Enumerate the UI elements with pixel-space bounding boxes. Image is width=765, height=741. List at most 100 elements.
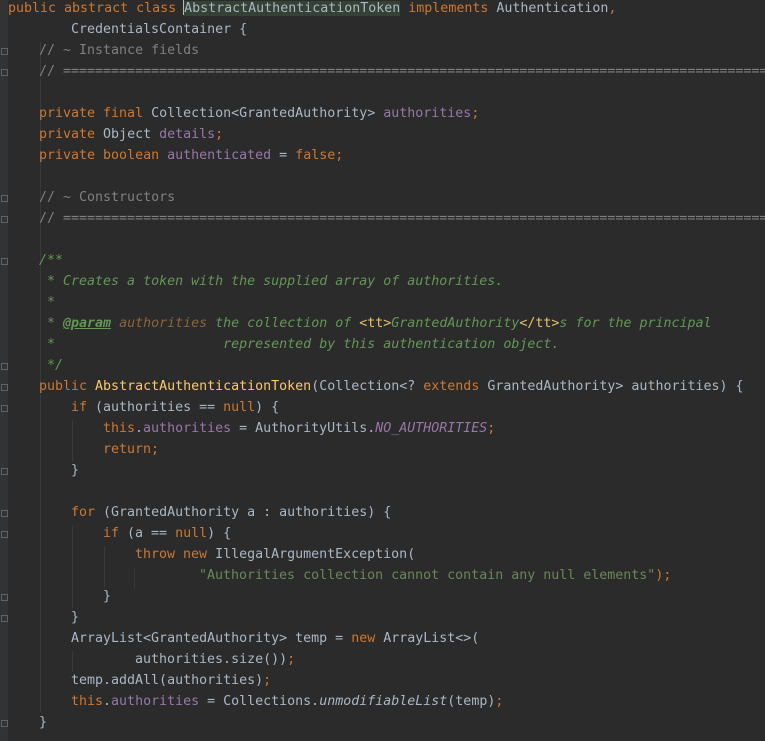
javadoc-param-name[interactable]: authorities bbox=[119, 316, 207, 331]
fold-marker-icon[interactable] bbox=[1, 258, 8, 265]
literal: null bbox=[175, 526, 208, 541]
expression: ) { bbox=[255, 400, 280, 415]
parameter-list: (Collection<? bbox=[311, 379, 424, 394]
code-line-10[interactable]: // ~ Constructors bbox=[39, 187, 175, 208]
code-line-13[interactable]: /** bbox=[39, 250, 63, 271]
code-line-21[interactable]: this.authorities = AuthorityUtils.NO_AUT… bbox=[103, 418, 495, 439]
fold-marker-icon[interactable] bbox=[1, 531, 8, 538]
code-line-32[interactable]: authorities.size()); bbox=[135, 649, 295, 670]
code-line-17[interactable]: * represented by this authentication obj… bbox=[39, 334, 559, 355]
fold-gutter bbox=[0, 0, 8, 741]
punctuation: . bbox=[135, 421, 144, 436]
punctuation: ; bbox=[215, 127, 224, 142]
fold-marker-icon[interactable] bbox=[1, 363, 8, 370]
html-tag: <tt> bbox=[359, 316, 392, 331]
fold-marker-icon[interactable] bbox=[1, 615, 8, 622]
constructor-name[interactable]: AbstractAuthenticationToken bbox=[95, 379, 311, 394]
fold-marker-icon[interactable] bbox=[1, 720, 8, 727]
code-line-35[interactable]: } bbox=[39, 712, 47, 733]
keyword: this bbox=[71, 694, 104, 709]
code-line-8[interactable]: private boolean authenticated = false; bbox=[39, 145, 343, 166]
code-line-31[interactable]: ArrayList<GrantedAuthority> temp = new A… bbox=[71, 628, 479, 649]
keyword: throw new bbox=[135, 547, 216, 562]
code-line-11[interactable]: // =====================================… bbox=[39, 208, 765, 229]
code-line-15[interactable]: * bbox=[39, 292, 55, 313]
fold-marker-icon[interactable] bbox=[1, 69, 8, 76]
code-line-4[interactable]: // =====================================… bbox=[39, 61, 765, 82]
static-field[interactable]: NO_AUTHORITIES bbox=[375, 421, 487, 436]
expression: IllegalArgumentException( bbox=[215, 547, 416, 562]
code-line-29[interactable]: } bbox=[103, 586, 111, 607]
keyword: private bbox=[39, 127, 104, 142]
code-line-30[interactable]: } bbox=[71, 607, 79, 628]
expression: ArrayList<GrantedAuthority> temp = bbox=[71, 631, 352, 646]
code-line-26[interactable]: if (a == null) { bbox=[103, 523, 231, 544]
code-line-2[interactable]: CredentialsContainer { bbox=[71, 19, 247, 40]
fold-marker-icon[interactable] bbox=[1, 384, 8, 391]
doc-text: GrantedAuthority bbox=[391, 316, 520, 331]
keyword: if bbox=[71, 400, 88, 415]
string-literal: "Authorities collection cannot contain a… bbox=[199, 568, 656, 583]
keyword: if bbox=[103, 526, 120, 541]
punctuation: ; bbox=[263, 673, 272, 688]
code-line-33[interactable]: temp.addAll(authorities); bbox=[71, 670, 271, 691]
keyword: this bbox=[103, 421, 136, 436]
type-name: Collection<GrantedAuthority> bbox=[151, 106, 384, 121]
keyword: implements bbox=[400, 1, 497, 16]
punctuation: ; bbox=[487, 421, 496, 436]
code-line-7[interactable]: private Object details; bbox=[39, 124, 223, 145]
operator: = bbox=[271, 148, 296, 163]
fold-marker-icon[interactable] bbox=[1, 510, 8, 517]
indent-guide bbox=[104, 546, 105, 588]
indent-guide bbox=[134, 567, 135, 588]
punctuation: . bbox=[103, 694, 112, 709]
type-name: Object bbox=[103, 127, 160, 142]
code-line-18[interactable]: */ bbox=[39, 355, 63, 376]
field-name[interactable]: authenticated bbox=[167, 148, 271, 163]
fold-marker-icon[interactable] bbox=[1, 405, 8, 412]
javadoc-tag[interactable]: @param bbox=[63, 316, 111, 331]
code-line-1[interactable]: public abstract class AbstractAuthentica… bbox=[8, 0, 616, 19]
interface-name[interactable]: CredentialsContainer bbox=[71, 22, 231, 37]
field-name[interactable]: authorities bbox=[143, 421, 231, 436]
code-line-14[interactable]: * Creates a token with the supplied arra… bbox=[39, 271, 503, 292]
code-line-20[interactable]: if (authorities == null) { bbox=[71, 397, 279, 418]
field-name[interactable]: details bbox=[159, 127, 215, 142]
code-line-3[interactable]: // ~ Instance fields bbox=[39, 40, 199, 61]
code-line-25[interactable]: for (GrantedAuthority a : authorities) { bbox=[71, 502, 391, 523]
punctuation: ; bbox=[287, 652, 296, 667]
parameter-list: GrantedAuthority> authorities) { bbox=[479, 379, 744, 394]
keyword: for bbox=[71, 505, 96, 520]
expression: ) { bbox=[207, 526, 232, 541]
expression: ArrayList<>( bbox=[383, 631, 480, 646]
interface-name[interactable]: Authentication bbox=[496, 1, 608, 16]
field-name[interactable]: authorities bbox=[383, 106, 471, 121]
fold-marker-icon[interactable] bbox=[1, 468, 8, 475]
punctuation: , bbox=[608, 1, 617, 16]
code-line-19[interactable]: public AbstractAuthenticationToken(Colle… bbox=[39, 376, 744, 397]
fold-marker-icon[interactable] bbox=[1, 195, 8, 202]
code-line-16[interactable]: * @param authorities the collection of <… bbox=[39, 313, 712, 334]
code-line-22[interactable]: return; bbox=[103, 439, 159, 460]
keyword: new bbox=[351, 631, 384, 646]
doc-text: s for the principal bbox=[559, 316, 712, 331]
fold-marker-icon[interactable] bbox=[1, 594, 8, 601]
code-line-23[interactable]: } bbox=[71, 460, 79, 481]
field-name[interactable]: authorities bbox=[111, 694, 199, 709]
code-editor[interactable]: public abstract class AbstractAuthentica… bbox=[0, 0, 765, 741]
fold-marker-icon[interactable] bbox=[1, 48, 8, 55]
fold-marker-icon[interactable] bbox=[1, 216, 8, 223]
doc-text: the collection of bbox=[207, 316, 360, 331]
code-line-34[interactable]: this.authorities = Collections.unmodifia… bbox=[71, 691, 503, 712]
expression: authorities.size()) bbox=[135, 652, 288, 667]
code-line-6[interactable]: private final Collection<GrantedAuthorit… bbox=[39, 103, 479, 124]
static-method[interactable]: unmodifiableList bbox=[319, 694, 447, 709]
literal: null bbox=[223, 400, 256, 415]
expression: (temp) bbox=[447, 694, 496, 709]
html-tag: </tt> bbox=[519, 316, 560, 331]
expression: temp.addAll(authorities) bbox=[71, 673, 264, 688]
class-name[interactable]: AbstractAuthenticationToken bbox=[184, 1, 401, 16]
indent-guide bbox=[72, 525, 73, 609]
code-line-28[interactable]: "Authorities collection cannot contain a… bbox=[199, 565, 671, 586]
code-line-27[interactable]: throw new IllegalArgumentException( bbox=[135, 544, 415, 565]
